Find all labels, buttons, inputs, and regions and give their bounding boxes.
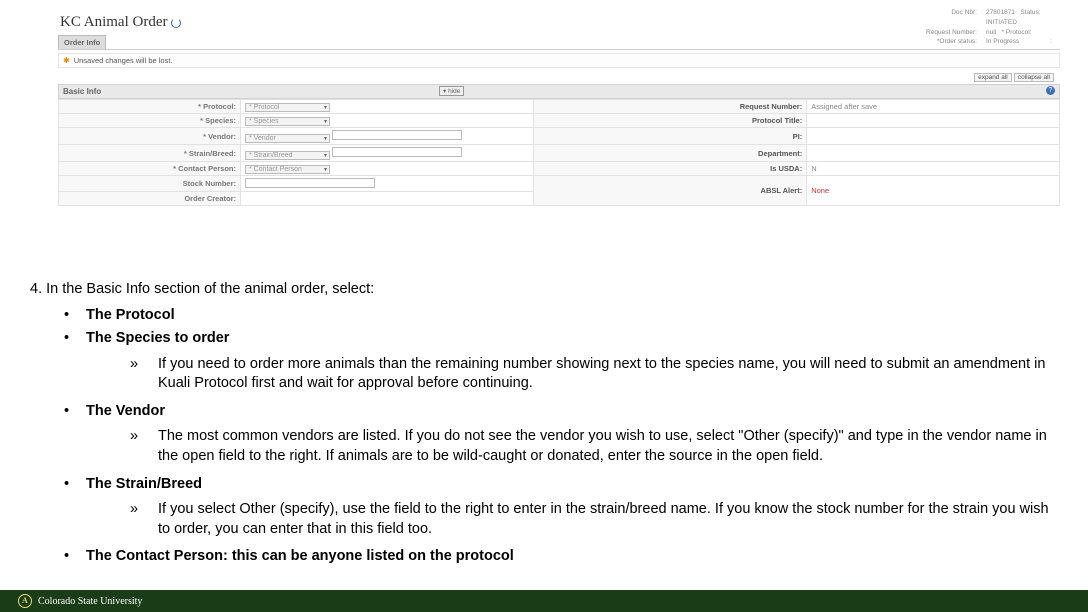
expand-all-button[interactable]: expand all (974, 73, 1012, 82)
meta-ostatus-val: In Progress (986, 38, 1019, 45)
absl-value: None (807, 176, 1060, 206)
species-label: * Species: (59, 114, 241, 128)
warning-text: Unsaved changes will be lost. (74, 56, 173, 65)
pi-label: PI: (534, 128, 807, 145)
meta-docnbr-label: Doc Nbr: (886, 8, 981, 28)
strain-select[interactable]: * Strain/Breed (245, 151, 330, 160)
note-species: If you need to order more animals than t… (158, 355, 1060, 394)
dept-value (807, 145, 1060, 162)
strain-label: * Strain/Breed: (59, 145, 241, 162)
protocol-label: * Protocol: (59, 100, 241, 114)
dept-label: Department: (534, 145, 807, 162)
warning-icon: ✱ (63, 56, 70, 65)
contact-select[interactable]: * Contact Person (245, 165, 330, 174)
usda-label: Is USDA: (534, 162, 807, 176)
vendor-select[interactable]: * Vendor (245, 134, 330, 143)
basic-info-form: * Protocol: * Protocol Request Number: A… (58, 99, 1060, 206)
reqnum-value: Assigned after save (807, 100, 1060, 114)
expand-collapse-row: expand all collapse all (58, 72, 1060, 82)
meta-status-val: INITIATED (986, 19, 1017, 26)
bullet-strain: The Strain/Breed (86, 475, 1060, 495)
creator-value (241, 192, 534, 206)
hide-button[interactable]: ▾ hide (439, 86, 464, 96)
csu-logo-icon: A (18, 594, 32, 608)
bullet-protocol: The Protocol (86, 306, 1060, 326)
footer-text: Colorado State University (38, 596, 142, 607)
creator-label: Order Creator: (59, 192, 241, 206)
note-strain: If you select Other (specify), use the f… (158, 500, 1060, 539)
reqnum-label: Request Number: (534, 100, 807, 114)
meta-docnbr-val: 27801871 (986, 9, 1015, 16)
section-header-basic-info: Basic Info ▾ hide ? (58, 84, 1060, 99)
bullet-species: The Species to order (86, 329, 1060, 349)
section-title: Basic Info (63, 87, 101, 96)
doc-meta: Doc Nbr: 27801871 Status: INITIATED Reque… (886, 8, 1056, 47)
instructions-block: 4. In the Basic Info section of the anim… (30, 280, 1060, 571)
species-select[interactable]: * Species (245, 117, 330, 126)
app-screenshot: KC Animal Order Doc Nbr: 27801871 Status:… (58, 8, 1060, 273)
app-title-text: KC Animal Order (60, 14, 167, 31)
bullet-vendor: The Vendor (86, 402, 1060, 422)
meta-reqnum-label: Request Number: (886, 28, 981, 38)
meta-status-label: Status: (1020, 9, 1040, 16)
footer-bar: A Colorado State University (0, 590, 1088, 612)
stock-input[interactable] (245, 178, 375, 188)
bullet-contact: The Contact Person: this can be anyone l… (86, 547, 1060, 567)
help-icon[interactable]: ? (1046, 86, 1055, 95)
meta-reqnum-val: null (986, 29, 996, 36)
warning-bar: ✱ Unsaved changes will be lost. (58, 53, 1060, 68)
protocol-title-value (807, 114, 1060, 128)
usda-value: N (807, 162, 1060, 176)
stock-label: Stock Number: (59, 176, 241, 192)
collapse-all-button[interactable]: collapse all (1014, 73, 1054, 82)
vendor-label: * Vendor: (59, 128, 241, 145)
vendor-other-input[interactable] (332, 130, 462, 140)
step-4-heading: 4. In the Basic Info section of the anim… (30, 280, 1060, 300)
protocol-title-label: Protocol Title: (534, 114, 807, 128)
meta-ostatus-label: *Order status: (886, 37, 981, 47)
pi-value (807, 128, 1060, 145)
note-vendor: The most common vendors are listed. If y… (158, 427, 1060, 466)
strain-other-input[interactable] (332, 147, 462, 157)
meta-proto-label: * Protocol: (1002, 29, 1032, 36)
absl-label: ABSL Alert: (534, 176, 807, 206)
refresh-icon[interactable] (171, 18, 181, 28)
meta-colon: : (1050, 38, 1052, 45)
protocol-select[interactable]: * Protocol (245, 103, 330, 112)
tab-order-info[interactable]: Order Info (58, 35, 106, 49)
contact-label: * Contact Person: (59, 162, 241, 176)
